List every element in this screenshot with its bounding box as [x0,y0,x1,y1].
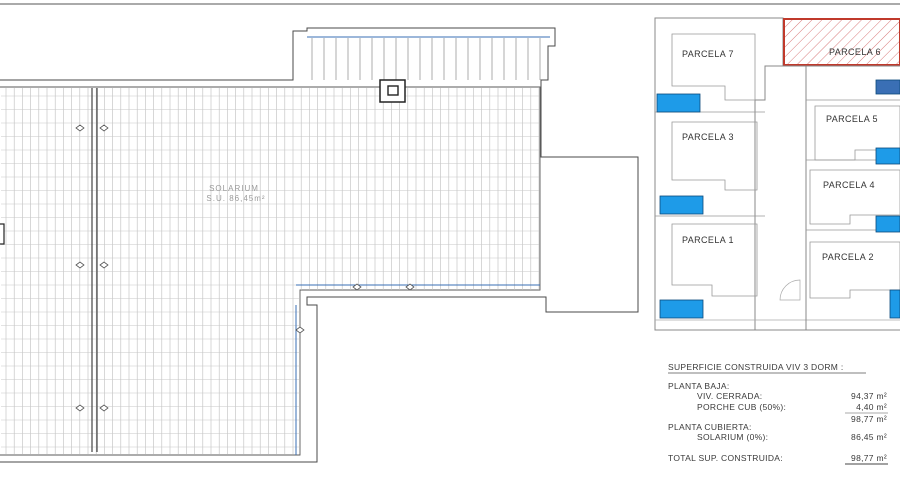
pool-parcel-1 [659,299,704,319]
pool-parcel-6 [875,79,900,95]
roof-drains [75,124,415,412]
drain-icon [75,261,85,269]
roof-stairs [311,38,541,80]
roof-outline [0,27,639,463]
summary-title: SUPERFICIE CONSTRUIDA VIV 3 DORM : [668,362,844,372]
pool-parcel-4 [875,215,900,233]
planta-baja-label: PLANTA BAJA: [668,381,730,391]
drain-icon [99,124,109,132]
solarium-label: SOLARIUM [209,184,259,193]
floor-plan-canvas: SOLARIUM S.U. 86,45m² PARCELA 7 PARCELA … [0,3,900,465]
roof-edge-marker [0,223,5,245]
porche-label: PORCHE CUB (50%): [697,402,786,412]
parcel-5-label: PARCELA 5 [826,114,878,124]
solarium-area-label: S.U. 86,45m² [206,194,265,203]
pool-parcel-5 [875,147,900,165]
roof-tile-grid [1,88,540,454]
pool-parcel-7 [656,93,701,113]
parcel-7-label: PARCELA 7 [682,49,734,59]
subtotal-value: 98,77 m² [851,414,887,424]
vent-chimney-inner [387,85,399,96]
solarium-roof-plan: SOLARIUM S.U. 86,45m² [0,27,639,463]
door-arc [779,279,801,301]
drain-icon [295,326,305,334]
site-frame-left [654,17,784,331]
pool-parcel-2 [889,289,900,319]
solarium-summary-value: 86,45 m² [851,432,887,442]
parcel-6-label: PARCELA 6 [829,47,881,57]
drain-icon [99,404,109,412]
roof-edge-blue [295,284,540,455]
roof-inner-outline [0,86,541,456]
site-plan: PARCELA 7 PARCELA 6 PARCELA 5 PARCELA 3 … [654,17,900,331]
viv-cerrada-label: VIV. CERRADA: [697,391,762,401]
viv-cerrada-value: 94,37 m² [851,391,887,401]
planta-cubierta-label: PLANTA CUBIERTA: [668,422,752,432]
solarium-summary-label: SOLARIUM (0%): [697,432,768,442]
parcel-2-house [809,241,900,299]
parcel-6-highlight [783,18,900,66]
parcel-4-label: PARCELA 4 [823,180,875,190]
total-label: TOTAL SUP. CONSTRUIDA: [668,453,783,463]
parcel-7-house [671,33,756,101]
total-value: 98,77 m² [851,453,887,463]
surface-summary-table: SUPERFICIE CONSTRUIDA VIV 3 DORM : PLANT… [668,362,888,465]
parcel-2-label: PARCELA 2 [822,252,874,262]
drain-icon [75,124,85,132]
porche-value: 4,40 m² [856,402,887,412]
parcel-1-label: PARCELA 1 [682,235,734,245]
drain-icon [99,261,109,269]
parcel-3-label: PARCELA 3 [682,132,734,142]
pool-parcel-3 [659,195,704,215]
drain-icon [75,404,85,412]
